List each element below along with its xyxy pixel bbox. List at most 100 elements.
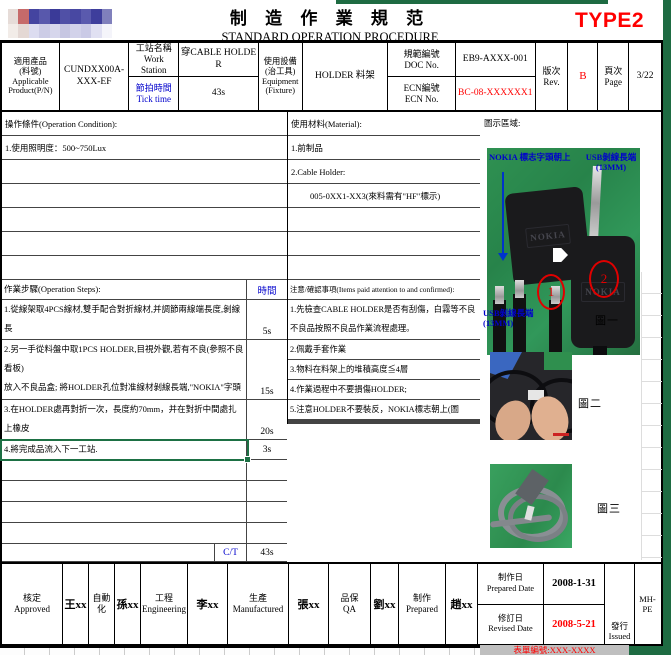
qa-signature: 劉xx: [371, 564, 399, 644]
revised-date-row: 修訂日 Revised Date 2008-5-21: [478, 605, 604, 645]
doc-ecn-label-col: 規範編號 DOC No. ECN編號 ECN No.: [388, 43, 456, 110]
work-station-value: 穿CABLE HOLDER: [179, 43, 258, 77]
wire-stripped-tip: [495, 286, 504, 304]
material-empty-row: [288, 208, 480, 232]
step-row-3: 3.在HOLDER處再對折一次，長度約70mm，并在對折中間處扎上橡皮 圈，使H…: [2, 400, 287, 440]
work-station-label-col: 工站名稱 Work Station 節拍時間 Tick time: [129, 43, 179, 110]
revised-date-label: 修訂日 Revised Date: [478, 605, 544, 645]
usb-strip-length-note-top: USB剝線長端 (13MM): [583, 152, 639, 172]
photo-timestamp: [553, 433, 569, 436]
equipment-value: HOLDER 料架: [303, 43, 388, 110]
condition-empty-row: [2, 184, 287, 208]
condition-empty-row: [2, 160, 287, 184]
material-label: 使用材料(Material):: [288, 112, 480, 136]
rev-label-cell: 版次 Rev.: [536, 43, 569, 110]
ecn-no-label: ECN編號 ECN No.: [388, 77, 455, 110]
steps-header-row: 作業步驟(Operation Steps): 時間: [2, 280, 287, 300]
attention-item-3: 3.物料在料架上的堆積高度≦4層: [288, 360, 480, 380]
step-2-time: 15s: [247, 340, 287, 399]
applicable-product-value-cell: CUNDXX00A-XXX-EF: [60, 43, 130, 110]
material-empty-row: [288, 256, 480, 280]
condition-empty-row: [2, 208, 287, 232]
ecn-no-value: BC-08-XXXXXX1: [456, 77, 535, 110]
header-table: 適用產品 (料號) Applicable Product(P/N) CUNDXX…: [0, 40, 663, 112]
material-item: 1.前制品: [288, 136, 480, 160]
holder-brand-text: NOKIA: [525, 224, 570, 248]
time-column-header: 時間: [247, 280, 287, 299]
step-4-time: 3s: [247, 440, 287, 459]
rev-value: B: [568, 43, 597, 110]
attention-item-5: 5.注意HOLDER不要裝反，NOKIA標志朝上(圖一)。: [288, 400, 480, 420]
usb-stripped-wire: [589, 166, 602, 240]
equipment-label-cell: 使用設備 (治工具) Equipment (Fixture): [259, 43, 303, 110]
page-label: 頁次 Page: [598, 43, 628, 110]
issued-label: 發行 Issued: [605, 564, 635, 644]
ct-label: C/T: [215, 544, 247, 561]
cycle-time-row: C/T 43s: [2, 544, 287, 562]
green-bench-corner: [544, 352, 572, 370]
steps-empty-row: [2, 523, 287, 544]
form-number-cell: 表單編號:XXX-XXXX: [480, 645, 629, 655]
operation-condition-section: 操作條件(Operation Condition): 1.使用照明度：500~7…: [0, 112, 287, 280]
document-title-block: 制 造 作 業 規 范 STANDARD OPERATION PROCEDURE: [150, 4, 510, 45]
red-circle-marker-2: 2: [589, 260, 619, 298]
ct-value: 43s: [247, 544, 287, 561]
excel-selection-border: [0, 439, 249, 461]
work-station-label: 工站名稱 Work Station: [129, 43, 178, 77]
condition-item: 1.使用照明度：500~750Lux: [2, 136, 287, 160]
page-value-cell: 3/22: [629, 43, 661, 110]
approval-table: 核定 Approved 王xx 自動化 孫xx 工程 Engineering 李…: [0, 562, 663, 646]
doc-no-label: 規範編號 DOC No.: [388, 43, 455, 77]
nokia-orientation-note: NOKIA 標志字頭朝上: [489, 152, 581, 162]
prepared-date-row: 制作日 Prepared Date 2008-1-31: [478, 564, 604, 605]
attention-empty-row: [288, 423, 480, 424]
applicable-product-value: CUNDXX00A-XXX-EF: [60, 43, 129, 110]
wire-stripped-tip: [515, 280, 524, 298]
material-empty-row: [288, 232, 480, 256]
step-row-2: 2.另一手從料盤中取1PCS HOLDER,目視外觀,若有不良(參照不良看板) …: [2, 340, 287, 400]
doc-ecn-value-col: EB9-AXXX-001 BC-08-XXXXXX1: [456, 43, 536, 110]
revised-date-value: 2008-5-21: [544, 605, 604, 645]
equipment-label: 使用設備 (治工具) Equipment (Fixture): [259, 43, 302, 110]
rev-value-cell: B: [568, 43, 598, 110]
figure-3-label: 圖三: [597, 500, 621, 516]
type-badge: TYPE2: [575, 9, 644, 33]
condition-empty-row: [2, 256, 287, 280]
condition-empty-row: [2, 232, 287, 256]
prepared-signature: 趙xx: [446, 564, 478, 644]
attention-items-section: 注意/確認事項(Items paid attention to and conf…: [287, 280, 481, 424]
page-label-cell: 頁次 Page: [598, 43, 629, 110]
steps-empty-row: [2, 460, 287, 481]
applicable-product-label: 適用產品 (料號) Applicable Product(P/N): [2, 43, 59, 110]
selection-fill-handle[interactable]: [244, 456, 251, 463]
steps-empty-row: [2, 481, 287, 502]
company-logo: [8, 9, 112, 38]
manufactured-signature: 張xx: [289, 564, 329, 644]
black-cable: [593, 346, 607, 355]
step-2-text: 2.另一手從料盤中取1PCS HOLDER,目視外觀,若有不良(參照不良看板) …: [2, 340, 247, 399]
step-row-1: 1.從線架取4PCS線材,雙手配合對折線材,并調節兩線端長度,剝線長 端超出剝線…: [2, 300, 287, 340]
usb-strip-length-note-bottom: USB剝線長端 (13MM): [483, 308, 545, 328]
step-3-time: 20s: [247, 400, 287, 439]
page-value: 3/22: [629, 43, 661, 110]
work-station-value-col: 穿CABLE HOLDER 43s: [179, 43, 259, 110]
title-chinese: 制 造 作 業 規 范: [150, 4, 510, 29]
attention-header-label: 注意/確認事項(Items paid attention to and conf…: [288, 280, 480, 300]
automation-label: 自動化: [89, 564, 115, 644]
step-3-text: 3.在HOLDER處再對折一次，長度約70mm，并在對折中間處扎上橡皮 圈，使H…: [2, 400, 247, 439]
step-1-text: 1.從線架取4PCS線材,雙手配合對折線材,并調節兩線端長度,剝線長 端超出剝線…: [2, 300, 247, 339]
material-item: 005-0XX1-XX3(來料需有"HF"標示): [288, 184, 480, 208]
automation-signature: 孫xx: [115, 564, 141, 644]
form-number-text: 表單編號:XXX-XXXX: [513, 645, 595, 655]
engineering-signature: 李xx: [188, 564, 228, 644]
steps-empty-row: [2, 502, 287, 523]
excel-bottom-row-grid: [0, 646, 480, 655]
tick-time-label: 節拍時間 Tick time: [129, 77, 178, 110]
figure-1-label: 圖一: [595, 312, 619, 328]
approved-label: 核定 Approved: [2, 564, 63, 644]
dates-block: 制作日 Prepared Date 2008-1-31 修訂日 Revised …: [478, 564, 605, 644]
issued-value: MH-PE: [635, 564, 660, 644]
prepared-date-value: 2008-1-31: [544, 564, 604, 604]
red-circle-marker-1: 1: [537, 274, 565, 310]
rev-label: 版次 Rev.: [536, 43, 568, 110]
